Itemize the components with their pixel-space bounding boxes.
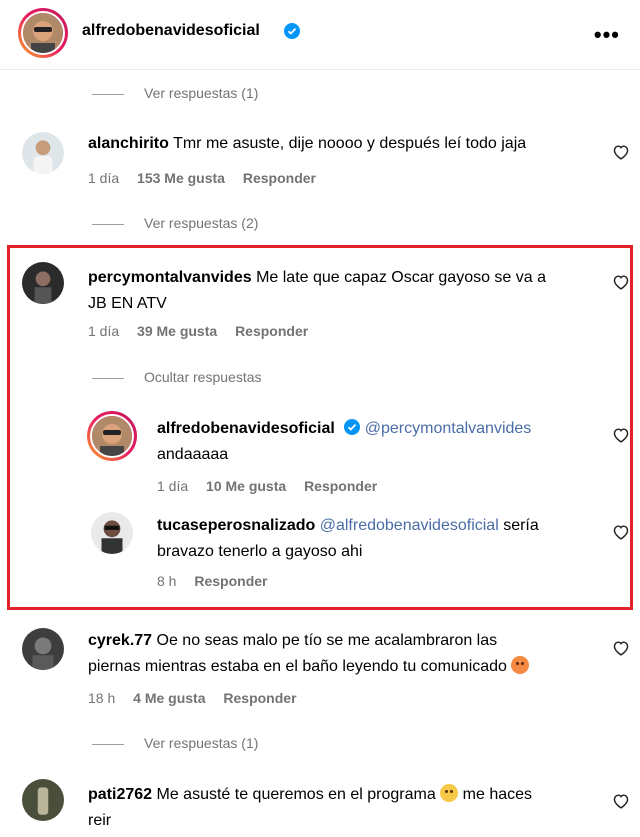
comment-time: 18 h [88, 690, 116, 706]
hide-replies-toggle[interactable]: Ocultar respuestas [92, 369, 262, 385]
avatar[interactable] [22, 262, 64, 304]
comment-time: 1 día [88, 170, 120, 186]
more-options-icon[interactable]: ••• [594, 22, 620, 48]
comment-time: 8 h [157, 573, 177, 589]
comment-text-after-emoji: me haces [462, 786, 533, 803]
comment-username[interactable]: alfredobenavidesoficial [157, 420, 335, 437]
like-heart-icon[interactable] [612, 524, 630, 540]
comment-meta: 1 día 153 Me gusta Responder [88, 170, 330, 186]
mention-link[interactable]: @alfredobenavidesoficial [320, 517, 499, 534]
comment-meta: 8 h Responder [157, 573, 281, 589]
flushed-face-emoji [440, 784, 459, 802]
comment-username[interactable]: percymontalvanvides [88, 269, 252, 286]
verified-badge-icon [284, 23, 300, 39]
reply-button[interactable]: Responder [223, 690, 296, 706]
post-header: alfredobenavidesoficial ••• [0, 0, 640, 70]
comment-text: sería [503, 517, 539, 534]
like-heart-icon[interactable] [612, 427, 630, 443]
likes-count[interactable]: 10 Me gusta [206, 478, 286, 494]
comment: alanchirito Tmr me asuste, dije noooo y … [88, 131, 526, 157]
divider-line [92, 93, 124, 95]
comment-username[interactable]: cyrek.77 [88, 632, 152, 649]
like-heart-icon[interactable] [612, 640, 630, 656]
divider-line [92, 223, 124, 225]
comment-text: Me asusté te queremos en el programa [156, 786, 436, 803]
reply-button[interactable]: Responder [235, 323, 308, 339]
view-replies-toggle[interactable]: Ver respuestas (2) [92, 215, 258, 231]
avatar[interactable] [22, 132, 64, 174]
comment-text-continued: JB EN ATV [88, 295, 167, 312]
comment-text: andaaaaa [157, 446, 229, 463]
header-username[interactable]: alfredobenavidesoficial [82, 22, 260, 40]
like-heart-icon[interactable] [612, 144, 630, 160]
avatar[interactable] [22, 628, 64, 670]
reply-comment: alfredobenavidesoficial @percymontalvanv… [157, 416, 531, 468]
like-heart-icon[interactable] [612, 274, 630, 290]
comment-username[interactable]: alanchirito [88, 135, 169, 152]
avatar[interactable] [22, 779, 64, 821]
comment: percymontalvanvides Me late que capaz Os… [88, 265, 546, 317]
comment-text-continued: piernas mientras estaba en el baño leyen… [88, 658, 507, 675]
like-heart-icon[interactable] [612, 793, 630, 809]
reply-comment: tucaseperosnalizado @alfredobenavidesofi… [157, 513, 539, 565]
comment-text: Me late que capaz Oscar gayoso se va a [256, 269, 547, 286]
comment-time: 1 día [157, 478, 189, 494]
comment-text: Oe no seas malo pe tío se me acalambraro… [156, 632, 498, 649]
comment-username[interactable]: pati2762 [88, 786, 152, 803]
likes-count[interactable]: 39 Me gusta [137, 323, 217, 339]
reply-button[interactable]: Responder [304, 478, 377, 494]
comment-time: 1 día [88, 323, 120, 339]
header-avatar[interactable] [18, 8, 68, 58]
view-replies-toggle[interactable]: Ver respuestas (1) [92, 735, 258, 751]
divider-line [92, 377, 124, 379]
comment-meta: 1 día 39 Me gusta Responder [88, 323, 322, 339]
reply-button[interactable]: Responder [194, 573, 267, 589]
comment-text: Tmr me asuste, dije noooo y después leí … [173, 135, 527, 152]
comment-text-continued: reir [88, 812, 112, 829]
reply-avatar[interactable] [91, 512, 133, 554]
divider-line [92, 743, 124, 745]
mention-link[interactable]: @percymontalvanvides [365, 420, 532, 437]
comment-meta: 1 día 10 Me gusta Responder [157, 478, 391, 494]
reply-button[interactable]: Responder [243, 170, 316, 186]
comment-username[interactable]: tucaseperosnalizado [157, 517, 315, 534]
face-emoji [511, 656, 530, 674]
likes-count[interactable]: 153 Me gusta [137, 170, 225, 186]
view-replies-toggle[interactable]: Ver respuestas (1) [92, 85, 258, 101]
verified-badge-icon [344, 419, 361, 435]
comment: pati2762 Me asusté te queremos en el pro… [88, 782, 532, 834]
comment-text-continued: bravazo tenerlo a gayoso ahi [157, 543, 363, 560]
comment-meta: 18 h 4 Me gusta Responder [88, 690, 311, 706]
comment: cyrek.77 Oe no seas malo pe tío se me ac… [88, 628, 530, 680]
likes-count[interactable]: 4 Me gusta [133, 690, 205, 706]
reply-avatar[interactable] [87, 411, 137, 461]
